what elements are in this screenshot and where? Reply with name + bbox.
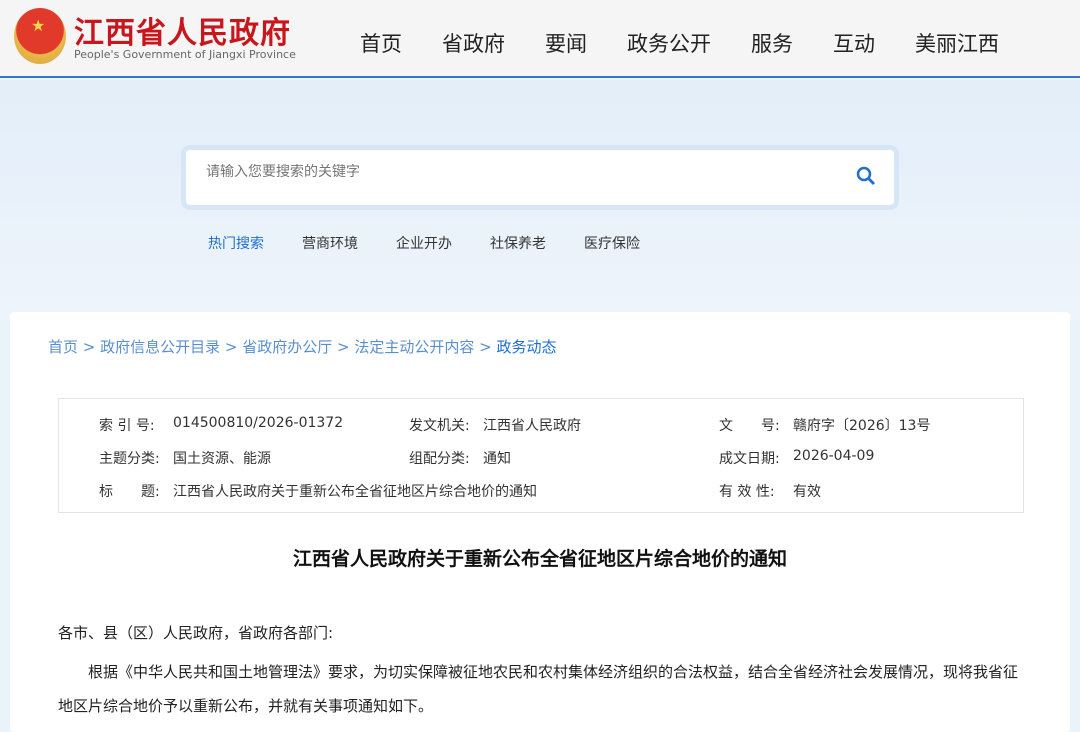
- hot-search-link[interactable]: 社保养老: [490, 233, 546, 253]
- title-label: 标 题:: [99, 484, 160, 500]
- content-card: 首页 > 政府信息公开目录 > 省政府办公厅 > 法定主动公开内容 > 政务动态…: [10, 312, 1070, 732]
- nav-gov-affairs[interactable]: 政务公开: [627, 28, 711, 58]
- nav-beautiful-jiangxi[interactable]: 美丽江西: [915, 28, 999, 58]
- main-nav: 首页 省政府 要闻 政务公开 服务 互动 美丽江西: [340, 28, 1019, 58]
- national-emblem-icon: ★: [14, 8, 66, 64]
- search-box: [186, 150, 894, 205]
- document-title: 江西省人民政府关于重新公布全省征地区片综合地价的通知: [292, 548, 787, 570]
- article-paragraph: 根据《中华人民共和国土地管理法》要求，为切实保障被征地农民和农村集体经济组织的合…: [58, 663, 1019, 715]
- validity-value: 有效: [793, 484, 821, 500]
- site-subtitle: People's Government of Jiangxi Province: [74, 48, 296, 61]
- nav-news[interactable]: 要闻: [545, 28, 587, 58]
- topic-label: 主题分类:: [99, 451, 160, 467]
- issuer-value: 江西省人民政府: [483, 418, 581, 434]
- docno-label: 文 号:: [719, 418, 780, 434]
- docno-value: 赣府字〔2026〕13号: [793, 418, 931, 434]
- category-value: 通知: [483, 451, 511, 467]
- hot-search-link[interactable]: 营商环境: [302, 233, 358, 253]
- hot-search-label: 热门搜索: [208, 236, 264, 252]
- search-icon[interactable]: [856, 166, 876, 186]
- title-value: 江西省人民政府关于重新公布全省征地区片综合地价的通知: [173, 484, 537, 500]
- breadcrumb-link[interactable]: 政府信息公开目录: [100, 338, 220, 356]
- site-title[interactable]: 江西省人民政府: [74, 8, 291, 52]
- breadcrumb-link[interactable]: 省政府办公厅: [242, 338, 332, 356]
- category-label: 组配分类:: [409, 451, 470, 467]
- validity-label: 有 效 性:: [719, 484, 775, 500]
- hot-search-link[interactable]: 企业开办: [396, 233, 452, 253]
- article-greeting: 各市、县（区）人民政府，省政府各部门:: [58, 624, 334, 642]
- nav-home[interactable]: 首页: [360, 28, 402, 58]
- issuer-label: 发文机关:: [409, 418, 470, 434]
- index-label: 索 引 号:: [99, 418, 155, 434]
- site-header: ★ 江西省人民政府 People's Government of Jiangxi…: [0, 0, 1080, 78]
- index-value: 014500810/2026-01372: [173, 415, 344, 431]
- hot-search-link[interactable]: 医疗保险: [584, 233, 640, 253]
- hot-searches: 热门搜索 营商环境 企业开办 社保养老 医疗保险: [208, 233, 678, 253]
- topic-value: 国土资源、能源: [173, 451, 271, 467]
- nav-services[interactable]: 服务: [751, 28, 793, 58]
- document-metadata: 索 引 号: 014500810/2026-01372 发文机关: 江西省人民政…: [58, 398, 1024, 513]
- nav-provincial-gov[interactable]: 省政府: [442, 28, 505, 58]
- breadcrumb: 首页 > 政府信息公开目录 > 省政府办公厅 > 法定主动公开内容 > 政务动态: [48, 338, 557, 356]
- breadcrumb-link[interactable]: 首页: [48, 338, 78, 356]
- search-input[interactable]: [206, 164, 806, 180]
- nav-interaction[interactable]: 互动: [833, 28, 875, 58]
- breadcrumb-current[interactable]: 政务动态: [497, 338, 557, 356]
- breadcrumb-link[interactable]: 法定主动公开内容: [354, 338, 474, 356]
- date-value: 2026-04-09: [793, 448, 875, 464]
- date-label: 成文日期:: [719, 451, 780, 467]
